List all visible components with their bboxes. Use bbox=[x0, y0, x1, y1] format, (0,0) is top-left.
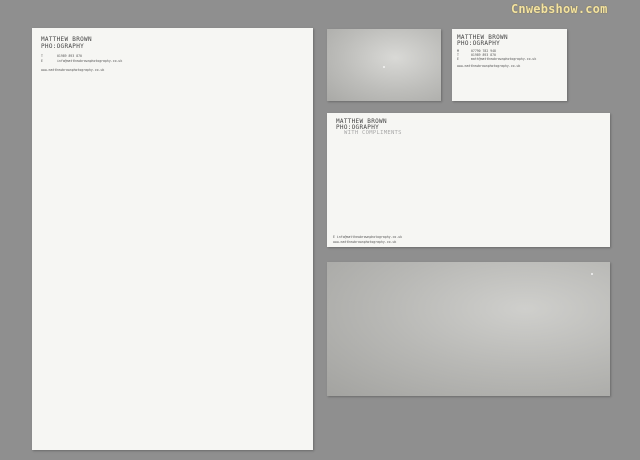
slip-email: E info@matthewbrownphotography.co.uk bbox=[333, 235, 403, 239]
card-email-prefix: E bbox=[457, 57, 459, 61]
brand-name-line2: PHO:OGRAPHY bbox=[41, 43, 85, 50]
letterhead-sheet: MATTHEW BROWN PHO:OGRAPHY T 01989 893 87… bbox=[32, 28, 313, 450]
spark-mark bbox=[383, 66, 385, 68]
slip-website: www.matthewbrownphotography.co.uk bbox=[333, 240, 397, 244]
card-email: matt@matthewbrownphotography.co.uk bbox=[471, 57, 537, 61]
compliments-slip: MATTHEW BROWN PHO:OGRAPHY WITH COMPLIMEN… bbox=[327, 113, 610, 247]
business-card-front: MATTHEW BROWN PHO:OGRAPHY M 07790 782 94… bbox=[452, 29, 567, 101]
card-website: www.matthewbrownphotography.co.uk bbox=[457, 64, 521, 68]
letterhead-phone: 01989 893 870 bbox=[57, 54, 82, 58]
letterhead-email: info@matthewbrownphotography.co.uk bbox=[57, 59, 123, 63]
card-brand-line2: PHO:OGRAPHY bbox=[457, 40, 501, 47]
letterhead-email-prefix: E bbox=[41, 59, 43, 63]
letterhead-website: www.matthewbrownphotography.co.uk bbox=[41, 68, 105, 72]
watermark-text: Cnwebshow.com bbox=[511, 2, 608, 16]
with-compliments-tagline: WITH COMPLIMENTS bbox=[344, 130, 402, 136]
silver-envelope bbox=[327, 262, 610, 396]
letterhead-phone-prefix: T bbox=[41, 54, 43, 58]
spark-mark bbox=[591, 273, 593, 275]
business-card-back bbox=[327, 29, 441, 101]
